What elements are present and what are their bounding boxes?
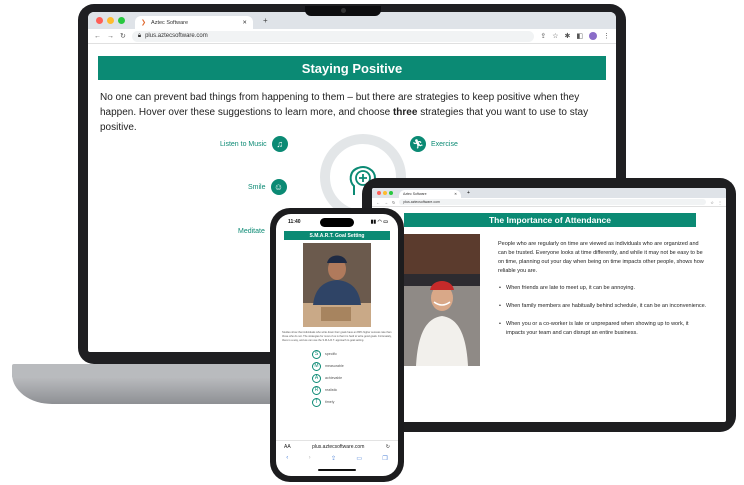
- music-note-icon: ♫: [271, 136, 288, 152]
- smart-item-realistic[interactable]: R realistic: [312, 384, 398, 396]
- maximize-window-button[interactable]: [118, 17, 125, 24]
- strategy-smile[interactable]: Smile ☺: [248, 179, 287, 195]
- phone-toolbar: ‹ › ⇪ ▭ ❐: [276, 452, 398, 464]
- back-icon[interactable]: ←: [376, 200, 380, 205]
- laptop-address-bar: ← → ↻ 🔒︎ plus.aztecsoftware.com ⇪ ☆ ✱ ◧ …: [88, 29, 616, 44]
- strategy-label: Exercise: [431, 140, 458, 148]
- bookmarks-icon[interactable]: ▭: [356, 455, 362, 462]
- browser-tab[interactable]: Aztec Software ✕: [399, 190, 461, 198]
- laptop-camera: [341, 8, 346, 13]
- slide-title: Staying Positive: [98, 56, 606, 80]
- strategy-exercise[interactable]: 🏃︎ Exercise: [410, 136, 458, 152]
- sidebar-icon[interactable]: ◧: [576, 32, 583, 40]
- back-icon[interactable]: ‹: [286, 455, 288, 461]
- bullet-item: When you or a co-worker is late or unpre…: [498, 320, 708, 338]
- forward-icon[interactable]: →: [384, 200, 388, 205]
- man-illustration: [303, 243, 371, 327]
- menu-icon[interactable]: ⋮: [718, 200, 722, 205]
- status-time: 11:40: [288, 219, 301, 225]
- signal-battery-icons: ▮▮ ◠ ▭: [370, 219, 388, 225]
- forward-icon[interactable]: →: [107, 33, 114, 40]
- close-tab-icon[interactable]: ✕: [242, 20, 247, 26]
- letter-badge: R: [312, 385, 321, 395]
- chef-photo: [404, 234, 480, 366]
- close-window-button[interactable]: [377, 191, 381, 195]
- bullet-item: When friends are late to meet up, it can…: [498, 284, 708, 293]
- smart-word: realistic: [325, 388, 338, 392]
- text-size-button[interactable]: AA: [284, 444, 291, 450]
- bullet-item: When family members are habitually behin…: [498, 302, 708, 311]
- smart-item-timely[interactable]: T timely: [312, 396, 398, 408]
- back-icon[interactable]: ←: [94, 33, 101, 40]
- smart-word: achievable: [325, 376, 343, 380]
- dynamic-island: [320, 218, 354, 227]
- letter-badge: S: [312, 349, 321, 359]
- smart-caption: Studies show that individuals who write …: [282, 331, 392, 342]
- site-favicon-icon: ❯: [141, 20, 147, 26]
- bookmark-star-icon[interactable]: ☆: [552, 32, 558, 40]
- profile-avatar[interactable]: [589, 32, 597, 40]
- smiley-face-icon: ☺: [270, 179, 287, 195]
- strategy-label: Listen to Music: [220, 140, 267, 148]
- tab-title: Aztec Software: [403, 192, 427, 196]
- url-text: plus.aztecsoftware.com: [312, 443, 365, 450]
- reload-icon[interactable]: ↻: [386, 444, 390, 450]
- smart-item-specific[interactable]: S specific: [312, 348, 398, 360]
- tablet-tab-bar: Aztec Software ✕ +: [372, 188, 726, 198]
- strategy-label: Smile: [248, 183, 266, 191]
- slide-intro: No one can prevent bad things from happe…: [100, 90, 600, 135]
- smart-word: specific: [325, 352, 337, 356]
- smart-list: S specific M measurable A achievable R r…: [312, 348, 398, 408]
- minimize-window-button[interactable]: [107, 17, 114, 24]
- reload-icon[interactable]: ↻: [120, 32, 126, 40]
- minimize-window-button[interactable]: [383, 191, 387, 195]
- attendance-content: People who are regularly on time are vie…: [498, 240, 708, 347]
- lock-icon: 🔒︎: [137, 32, 142, 39]
- browser-tab[interactable]: ❯ Aztec Software ✕: [135, 16, 253, 29]
- slide-title: S.M.A.R.T. Goal Setting: [284, 231, 390, 240]
- letter-badge: T: [312, 397, 321, 407]
- letter-badge: M: [312, 361, 321, 371]
- window-controls: [96, 17, 125, 24]
- new-tab-icon[interactable]: +: [467, 190, 470, 196]
- attendance-bullets: When friends are late to meet up, it can…: [498, 284, 708, 338]
- share-icon[interactable]: ⇪: [331, 455, 336, 462]
- close-window-button[interactable]: [96, 17, 103, 24]
- slide-title: The Importance of Attendance: [404, 213, 696, 227]
- smart-word: timely: [325, 400, 335, 404]
- tablet-screen: Aztec Software ✕ + ← → ↻ plus.aztecsoftw…: [372, 188, 726, 422]
- smart-item-achievable[interactable]: A achievable: [312, 372, 398, 384]
- attendance-paragraph: People who are regularly on time are vie…: [498, 241, 704, 274]
- forward-icon[interactable]: ›: [309, 455, 311, 461]
- url-text: plus.aztecsoftware.com: [403, 200, 440, 204]
- home-indicator: [318, 469, 356, 471]
- close-tab-icon[interactable]: ✕: [454, 192, 457, 196]
- tabs-icon[interactable]: ❐: [382, 455, 387, 462]
- letter-badge: A: [312, 373, 321, 383]
- smart-word: measurable: [325, 364, 344, 368]
- extensions-icon[interactable]: ✱: [565, 32, 571, 40]
- share-icon[interactable]: ⇪: [540, 32, 546, 40]
- strategy-listen-to-music[interactable]: Listen to Music ♫: [220, 136, 288, 152]
- man-photo: [303, 243, 371, 327]
- phone-url-bar[interactable]: AA plus.aztecsoftware.com ↻: [276, 440, 398, 452]
- strategy-label: Meditate: [238, 227, 265, 235]
- tablet-address-bar: ← → ↻ plus.aztecsoftware.com ☆ ⋮: [372, 198, 726, 207]
- phone-screen: 11:40 ▮▮ ◠ ▭ S.M.A.R.T. Goal Setting Stu…: [276, 214, 398, 476]
- intro-bold: three: [392, 107, 418, 118]
- url-text: plus.aztecsoftware.com: [145, 33, 208, 39]
- window-controls: [377, 191, 393, 195]
- tab-title: Aztec Software: [151, 19, 189, 26]
- maximize-window-button[interactable]: [389, 191, 393, 195]
- chef-illustration: [404, 234, 480, 366]
- url-field[interactable]: 🔒︎ plus.aztecsoftware.com: [131, 30, 535, 42]
- bookmark-star-icon[interactable]: ☆: [710, 200, 714, 205]
- url-field[interactable]: plus.aztecsoftware.com: [399, 199, 707, 205]
- reload-icon[interactable]: ↻: [392, 200, 395, 205]
- running-person-icon: 🏃︎: [410, 136, 426, 152]
- new-tab-icon[interactable]: +: [263, 16, 268, 25]
- menu-icon[interactable]: ⋮: [603, 32, 610, 40]
- smart-item-measurable[interactable]: M measurable: [312, 360, 398, 372]
